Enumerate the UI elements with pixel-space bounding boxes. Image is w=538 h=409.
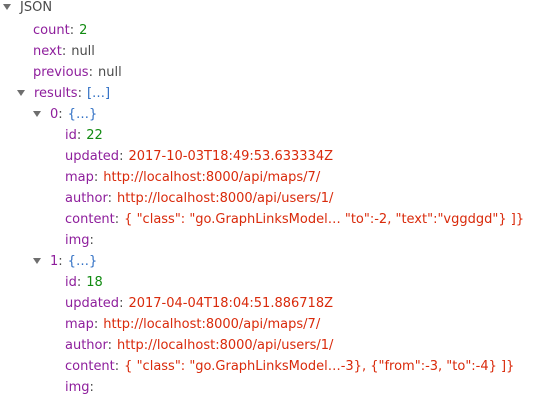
author-key: author: [65, 191, 108, 206]
separator: :: [114, 212, 120, 227]
item-0-author-row[interactable]: author: http://localhost:8000/api/users/1…: [65, 188, 333, 210]
content-key: content: [65, 212, 115, 227]
results-key: results: [34, 86, 78, 101]
collapse-triangle-icon[interactable]: [17, 89, 25, 96]
separator: :: [88, 65, 93, 80]
img-key: img: [65, 233, 90, 248]
item-0-map-row[interactable]: map: http://localhost:8000/api/maps/7/: [65, 167, 320, 189]
previous-key: previous: [33, 65, 89, 80]
previous-row[interactable]: previous: null: [33, 62, 122, 84]
result-item-1-summary: {…}: [67, 254, 98, 269]
separator: :: [76, 275, 82, 290]
item-0-content-row[interactable]: content: { "class": "go.GraphLinksModel… …: [65, 209, 524, 231]
separator: :: [107, 191, 113, 206]
separator: :: [89, 233, 94, 248]
separator: :: [93, 170, 99, 185]
collapse-triangle-icon[interactable]: [3, 3, 11, 10]
result-item-0-summary: {…}: [67, 107, 98, 122]
author-link[interactable]: http://localhost:8000/api/users/1/: [117, 191, 333, 206]
author-key: author: [65, 338, 108, 353]
next-key: next: [33, 44, 62, 59]
id-key: id: [65, 275, 77, 290]
separator: :: [58, 107, 63, 122]
next-row[interactable]: next: null: [33, 41, 95, 63]
item-0-id-row[interactable]: id: 22: [65, 125, 103, 147]
img-key: img: [65, 380, 90, 395]
count-row[interactable]: count: 2: [33, 20, 87, 42]
collapse-triangle-icon[interactable]: [33, 257, 41, 264]
item-0-img-row[interactable]: img:: [65, 230, 99, 252]
item-1-author-row[interactable]: author: http://localhost:8000/api/users/1…: [65, 335, 333, 357]
author-link[interactable]: http://localhost:8000/api/users/1/: [117, 338, 333, 353]
item-1-map-row[interactable]: map: http://localhost:8000/api/maps/7/: [65, 314, 320, 336]
content-value: { "class": "go.GraphLinksModel… "to":-2,…: [124, 212, 525, 227]
map-key: map: [65, 317, 94, 332]
result-item-0-row[interactable]: 0: {…}: [33, 104, 97, 126]
id-value: 22: [86, 128, 103, 143]
collapse-triangle-icon[interactable]: [33, 110, 41, 117]
separator: :: [69, 23, 75, 38]
map-link[interactable]: http://localhost:8000/api/maps/7/: [103, 317, 320, 332]
json-root-row[interactable]: JSON: [3, 0, 52, 19]
content-value: { "class": "go.GraphLinksModel…-3}, {"fr…: [124, 359, 515, 374]
item-0-updated-row[interactable]: updated: 2017-10-03T18:49:53.633334Z: [65, 146, 333, 168]
updated-key: updated: [65, 296, 120, 311]
json-viewer: JSON count: 2 next: null previous: null res…: [0, 0, 538, 409]
content-key: content: [65, 359, 115, 374]
updated-value: 2017-04-04T18:04:51.886718Z: [128, 296, 333, 311]
id-key: id: [65, 128, 77, 143]
separator: :: [77, 86, 82, 101]
previous-value: null: [97, 65, 122, 80]
separator: :: [61, 44, 67, 59]
results-row[interactable]: results: […]: [17, 83, 110, 105]
result-item-1-row[interactable]: 1: {…}: [33, 251, 97, 273]
separator: :: [107, 338, 113, 353]
item-1-updated-row[interactable]: updated: 2017-04-04T18:04:51.886718Z: [65, 293, 333, 315]
separator: :: [119, 149, 124, 164]
results-summary: […]: [86, 86, 111, 101]
separator: :: [119, 296, 124, 311]
id-value: 18: [86, 275, 103, 290]
next-value: null: [71, 44, 95, 59]
json-root-label: JSON: [20, 0, 53, 15]
map-link[interactable]: http://localhost:8000/api/maps/7/: [103, 170, 320, 185]
separator: :: [89, 380, 94, 395]
separator: :: [114, 359, 120, 374]
updated-key: updated: [65, 149, 120, 164]
separator: :: [76, 128, 82, 143]
item-1-img-row[interactable]: img:: [65, 377, 99, 399]
item-1-id-row[interactable]: id: 18: [65, 272, 103, 294]
item-1-content-row[interactable]: content: { "class": "go.GraphLinksModel…-…: [65, 356, 514, 378]
map-key: map: [65, 170, 94, 185]
updated-value: 2017-10-03T18:49:53.633334Z: [128, 149, 333, 164]
separator: :: [58, 254, 63, 269]
count-key: count: [33, 23, 70, 38]
count-value: 2: [79, 23, 88, 38]
separator: :: [93, 317, 99, 332]
